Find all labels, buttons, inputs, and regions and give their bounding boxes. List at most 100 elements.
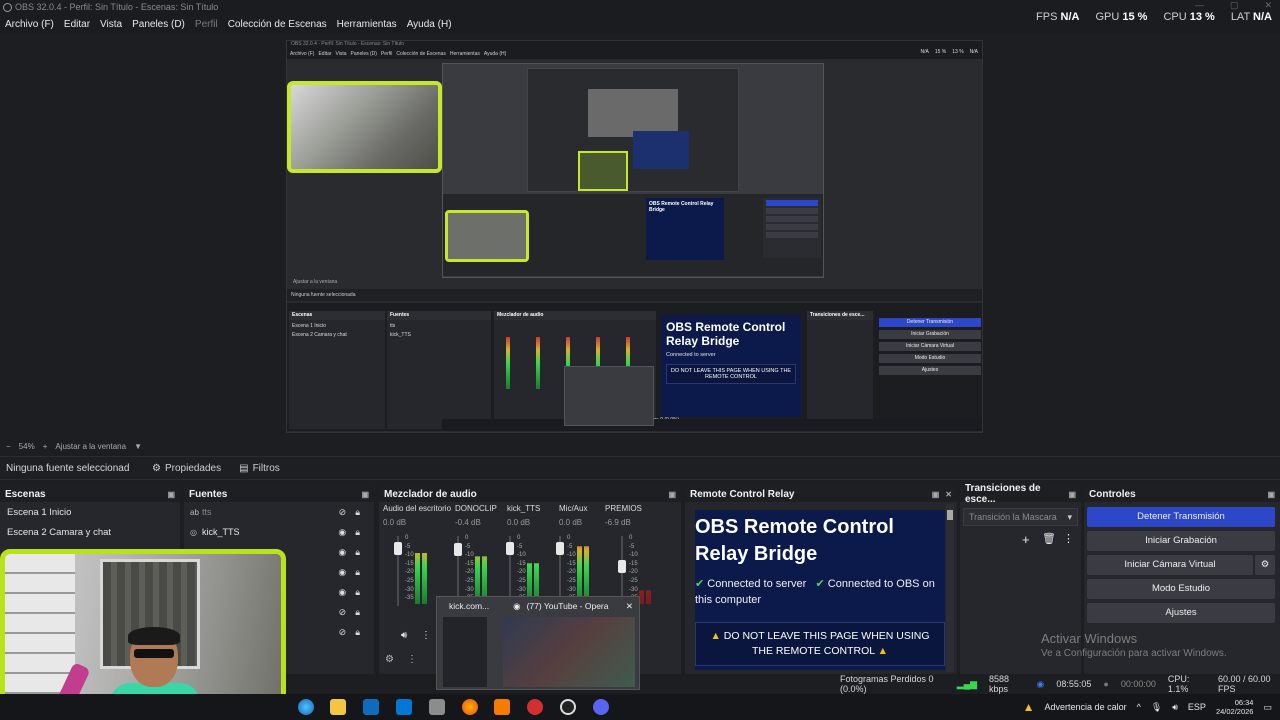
menu-ayuda[interactable]: Ayuda (H) xyxy=(402,19,457,30)
eye-hidden-icon[interactable]: ⊘ xyxy=(339,627,347,638)
cpu-value: 13 % xyxy=(1189,11,1215,23)
eye-hidden-icon[interactable]: ⊘ xyxy=(339,607,347,618)
eye-hidden-icon[interactable]: ⊘ xyxy=(339,507,347,518)
thumbnail-kick[interactable] xyxy=(443,617,487,687)
lock-icon[interactable]: 🔒︎ xyxy=(355,627,360,638)
opera-icon: ◉ xyxy=(513,600,521,611)
menu-paneles[interactable]: Paneles (D) xyxy=(127,19,190,30)
fader-knob[interactable] xyxy=(618,560,626,573)
vlc-icon[interactable] xyxy=(494,699,510,715)
fader-knob[interactable] xyxy=(556,542,564,555)
dock-float-icon[interactable]: ▣ xyxy=(167,490,175,499)
eye-icon[interactable]: ◉ xyxy=(338,567,346,578)
eye-icon[interactable]: ◉ xyxy=(338,527,346,538)
minimize-icon[interactable]: — xyxy=(1195,0,1204,11)
menu-archivo[interactable]: Archivo (F) xyxy=(0,19,59,30)
popup-tab-youtube[interactable]: (77) YouTube - Opera xyxy=(527,601,609,611)
scene-item[interactable]: Escena 2 Camara y chat xyxy=(0,522,180,542)
fit-to-window[interactable]: Ajustar a la ventana xyxy=(55,442,126,451)
popup-tab-kick[interactable]: kick.com... xyxy=(449,601,489,611)
eye-icon[interactable]: ◉ xyxy=(338,547,346,558)
source-item[interactable]: ab tts ⊘ 🔒︎ xyxy=(184,502,374,522)
obs-logo-icon xyxy=(3,2,12,12)
heat-warning[interactable]: Advertencia de calor xyxy=(1045,702,1127,712)
menu-editar[interactable]: Editar xyxy=(59,19,95,30)
window-title: OBS 32.0.4 - Perfil: Sin Título - Escena… xyxy=(15,2,219,12)
dock-float-icon[interactable]: ▣ xyxy=(1267,490,1275,499)
close-icon[interactable]: ✕ xyxy=(626,601,633,612)
mini-source-bar: Ninguna fuente seleccionada xyxy=(287,289,982,301)
db-scale: 0-5-10-15-20-25-30-35 xyxy=(567,535,576,601)
close-icon[interactable]: ✕ xyxy=(945,490,952,499)
eye-icon[interactable]: ◉ xyxy=(338,587,346,598)
start-virtualcam-button[interactable]: Iniciar Cámara Virtual xyxy=(1087,555,1253,575)
lock-icon[interactable]: 🔒︎ xyxy=(355,587,360,598)
transition-select[interactable]: Transición la Mascara ▾ xyxy=(963,508,1078,526)
fps-readout: 60.00 / 60.00 FPS xyxy=(1217,674,1271,694)
lock-icon[interactable]: 🔒︎ xyxy=(355,607,360,618)
connection-status: ✔ Connected to server ✔ Connected to OBS… xyxy=(695,576,945,608)
filters-button[interactable]: ▤ Filtros xyxy=(233,460,286,477)
dock-float-icon[interactable]: ▣ xyxy=(932,490,940,499)
firefox-icon[interactable] xyxy=(462,699,478,715)
close-icon[interactable]: ✕ xyxy=(1264,0,1272,11)
kebab-menu-icon[interactable]: ⋮ xyxy=(421,630,431,641)
lock-icon[interactable]: 🔒︎ xyxy=(355,547,360,558)
discord-icon[interactable] xyxy=(593,699,609,715)
scene-item[interactable]: Escena 1 Inicio xyxy=(0,502,180,522)
dock-float-icon[interactable]: ▣ xyxy=(361,490,369,499)
maximize-icon[interactable]: ▢ xyxy=(1230,0,1239,11)
language-indicator[interactable]: ESP xyxy=(1188,702,1206,712)
app-icon[interactable] xyxy=(429,699,445,715)
virtualcam-settings-icon[interactable]: ⚙ xyxy=(1255,555,1275,575)
mini-transitions: Transiciones de esce... xyxy=(807,311,873,429)
store-icon[interactable] xyxy=(363,699,379,715)
level-meter xyxy=(577,546,582,604)
add-icon[interactable]: + xyxy=(1022,532,1030,547)
lock-icon[interactable]: 🔒︎ xyxy=(355,567,360,578)
obs-icon[interactable] xyxy=(560,699,576,715)
mixer-settings-icon[interactable]: ⚙ xyxy=(385,654,394,665)
menu-vista[interactable]: Vista xyxy=(95,19,127,30)
mic-icon[interactable]: 🎙︎ xyxy=(1151,702,1162,713)
dock-float-icon[interactable]: ▣ xyxy=(668,490,676,499)
clock[interactable]: 06:34 24/02/2026 xyxy=(1216,698,1254,716)
chevron-down-icon[interactable]: ▼ xyxy=(134,442,142,451)
settings-button[interactable]: Ajustes xyxy=(1087,603,1275,623)
properties-button[interactable]: ⚙ Propiedades xyxy=(146,460,227,477)
menu-coleccion[interactable]: Colección de Escenas xyxy=(223,19,332,30)
relay-scrollbar[interactable] xyxy=(946,504,954,672)
start-recording-button[interactable]: Iniciar Grabación xyxy=(1087,531,1275,551)
zoom-out-icon[interactable]: − xyxy=(6,442,11,451)
studio-mode-button[interactable]: Modo Estudio xyxy=(1087,579,1275,599)
speaker-icon[interactable]: 🔊︎ xyxy=(401,630,407,641)
mini-sources: Fuentes tts kick_TTS xyxy=(387,311,491,429)
volume-icon[interactable]: 🔊︎ xyxy=(1172,702,1178,713)
opera-icon[interactable] xyxy=(527,699,543,715)
chevron-up-icon[interactable]: ^ xyxy=(1137,702,1141,712)
channel-name: Mic/Aux xyxy=(559,504,588,513)
notification-icon[interactable]: ▭ xyxy=(1263,702,1272,713)
menu-perfil[interactable]: Perfil xyxy=(190,19,223,30)
edge-icon[interactable] xyxy=(298,699,314,715)
taskbar-preview-popup[interactable]: kick.com... ◉ (77) YouTube - Opera ✕ xyxy=(436,596,640,690)
stop-stream-button[interactable]: Detener Transmisión xyxy=(1087,507,1275,527)
level-meter xyxy=(475,556,480,604)
lock-icon[interactable]: 🔒︎ xyxy=(355,507,360,518)
fader-knob[interactable] xyxy=(394,542,402,555)
dock-float-icon[interactable]: ▣ xyxy=(1068,490,1076,499)
outlook-icon[interactable] xyxy=(396,699,412,715)
zoom-in-icon[interactable]: + xyxy=(43,442,48,451)
menu-herramientas[interactable]: Herramientas xyxy=(332,19,402,30)
kebab-menu-icon[interactable]: ⋮ xyxy=(1063,532,1074,545)
trash-icon[interactable]: 🗑︎ xyxy=(1042,532,1056,545)
fader-knob[interactable] xyxy=(454,543,462,557)
mixer-menu-icon[interactable]: ⋮ xyxy=(407,654,417,665)
thumbnail-youtube[interactable] xyxy=(503,617,635,687)
source-item[interactable]: ◎ kick_TTS ◉ 🔒︎ xyxy=(184,522,374,542)
db-scale: 0-5-10-15-20-25-30-35 xyxy=(465,535,474,601)
fader-knob[interactable] xyxy=(506,542,514,555)
preview-canvas[interactable]: OBS 32.0.4 - Perfil: Sin Título - Escena… xyxy=(286,40,983,433)
file-explorer-icon[interactable] xyxy=(330,699,346,715)
lock-icon[interactable]: 🔒︎ xyxy=(355,527,360,538)
